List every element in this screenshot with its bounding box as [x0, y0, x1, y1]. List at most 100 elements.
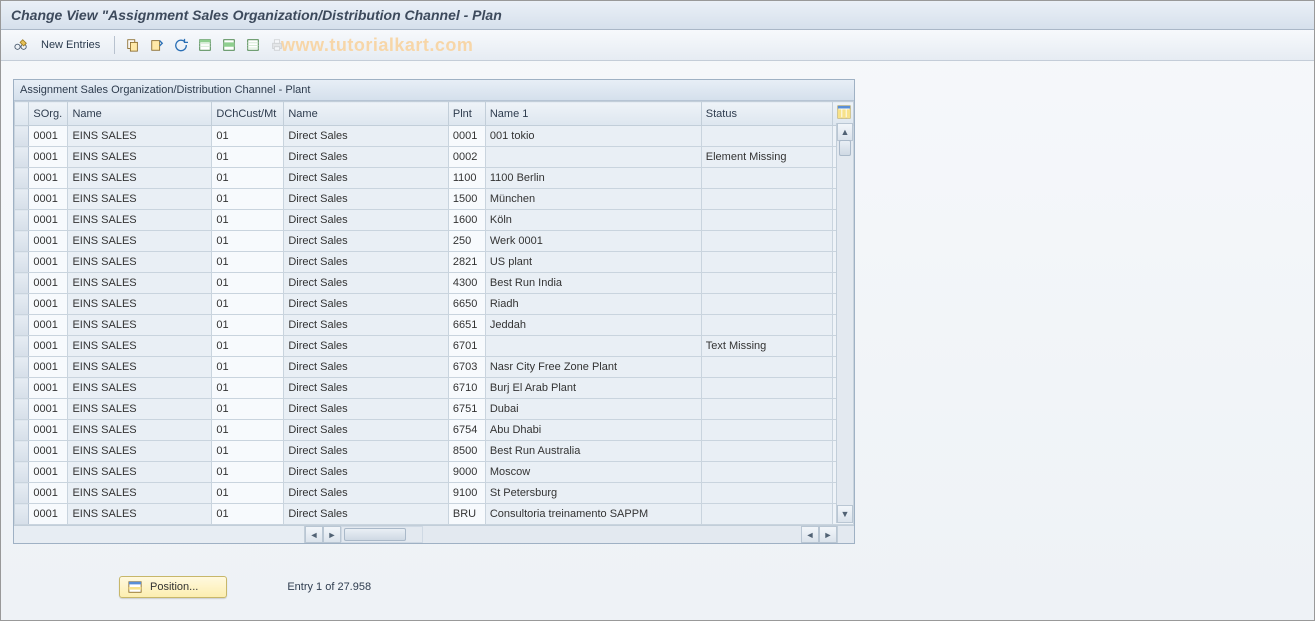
vertical-scrollbar[interactable]: ▲ ▼	[836, 123, 853, 523]
row-selector[interactable]	[15, 147, 29, 168]
undo-change-button[interactable]	[171, 35, 191, 55]
cell-dch[interactable]: 01	[212, 231, 284, 252]
cell-plnt[interactable]: 1600	[448, 210, 485, 231]
col-dch-header[interactable]: DChCust/Mt	[212, 102, 284, 126]
row-selector[interactable]	[15, 189, 29, 210]
cell-sorg[interactable]: 0001	[29, 231, 68, 252]
cell-sorg[interactable]: 0001	[29, 336, 68, 357]
cell-dch[interactable]: 01	[212, 210, 284, 231]
new-entries-button[interactable]: New Entries	[35, 39, 106, 51]
cell-plnt[interactable]: 9100	[448, 483, 485, 504]
row-selector[interactable]	[15, 273, 29, 294]
cell-sorg[interactable]: 0001	[29, 399, 68, 420]
cell-plnt[interactable]: 6754	[448, 420, 485, 441]
table-row[interactable]: 0001EINS SALES01Direct Sales1600Köln	[15, 210, 854, 231]
row-selector[interactable]	[15, 252, 29, 273]
cell-sorg[interactable]: 0001	[29, 210, 68, 231]
table-row[interactable]: 0001EINS SALES01Direct Sales8500Best Run…	[15, 441, 854, 462]
cell-dch[interactable]: 01	[212, 189, 284, 210]
cell-plnt[interactable]: 6650	[448, 294, 485, 315]
col-name3-header[interactable]: Name 1	[485, 102, 701, 126]
cell-sorg[interactable]: 0001	[29, 315, 68, 336]
cell-dch[interactable]: 01	[212, 483, 284, 504]
table-row[interactable]: 0001EINS SALES01Direct Sales4300Best Run…	[15, 273, 854, 294]
row-selector[interactable]	[15, 483, 29, 504]
scroll-down-button[interactable]: ▼	[837, 505, 853, 523]
table-row[interactable]: 0001EINS SALES01Direct Sales6651Jeddah	[15, 315, 854, 336]
scroll-left-button-2[interactable]: ◄	[801, 526, 819, 543]
table-row[interactable]: 0001EINS SALES01Direct SalesBRUConsultor…	[15, 504, 854, 525]
cell-sorg[interactable]: 0001	[29, 147, 68, 168]
cell-dch[interactable]: 01	[212, 147, 284, 168]
col-name-header[interactable]: Name	[68, 102, 212, 126]
table-row[interactable]: 0001EINS SALES01Direct Sales6650Riadh	[15, 294, 854, 315]
table-row[interactable]: 0001EINS SALES01Direct Sales6710Burj El …	[15, 378, 854, 399]
row-selector[interactable]	[15, 357, 29, 378]
row-selector[interactable]	[15, 315, 29, 336]
cell-dch[interactable]: 01	[212, 315, 284, 336]
table-row[interactable]: 0001EINS SALES01Direct Sales0001001 toki…	[15, 126, 854, 147]
row-selector[interactable]	[15, 441, 29, 462]
cell-sorg[interactable]: 0001	[29, 273, 68, 294]
horizontal-scrollbar[interactable]: ◄ ► ◄ ►	[14, 525, 854, 543]
cell-sorg[interactable]: 0001	[29, 483, 68, 504]
cell-plnt[interactable]: 2821	[448, 252, 485, 273]
cell-sorg[interactable]: 0001	[29, 189, 68, 210]
cell-dch[interactable]: 01	[212, 399, 284, 420]
cell-plnt[interactable]: 0002	[448, 147, 485, 168]
cell-sorg[interactable]: 0001	[29, 168, 68, 189]
toggle-display-change-button[interactable]	[11, 35, 31, 55]
row-selector[interactable]	[15, 231, 29, 252]
cell-sorg[interactable]: 0001	[29, 441, 68, 462]
cell-plnt[interactable]: 9000	[448, 462, 485, 483]
cell-dch[interactable]: 01	[212, 336, 284, 357]
cell-plnt[interactable]: BRU	[448, 504, 485, 525]
cell-sorg[interactable]: 0001	[29, 357, 68, 378]
row-selector[interactable]	[15, 420, 29, 441]
hscroll-track[interactable]	[341, 526, 423, 543]
table-row[interactable]: 0001EINS SALES01Direct Sales0002Element …	[15, 147, 854, 168]
vscroll-track[interactable]	[837, 140, 853, 506]
delete-button[interactable]	[147, 35, 167, 55]
cell-dch[interactable]: 01	[212, 441, 284, 462]
cell-plnt[interactable]: 1100	[448, 168, 485, 189]
col-sorg-header[interactable]: SOrg.	[29, 102, 68, 126]
cell-plnt[interactable]: 6701	[448, 336, 485, 357]
cell-plnt[interactable]: 0001	[448, 126, 485, 147]
copy-as-button[interactable]	[123, 35, 143, 55]
table-row[interactable]: 0001EINS SALES01Direct Sales6751Dubai	[15, 399, 854, 420]
table-row[interactable]: 0001EINS SALES01Direct Sales6754Abu Dhab…	[15, 420, 854, 441]
row-selector[interactable]	[15, 462, 29, 483]
row-selector[interactable]	[15, 168, 29, 189]
col-status-header[interactable]: Status	[701, 102, 833, 126]
cell-plnt[interactable]: 250	[448, 231, 485, 252]
row-selector[interactable]	[15, 378, 29, 399]
cell-plnt[interactable]: 8500	[448, 441, 485, 462]
cell-sorg[interactable]: 0001	[29, 126, 68, 147]
scroll-right-button-2[interactable]: ►	[819, 526, 837, 543]
cell-sorg[interactable]: 0001	[29, 420, 68, 441]
cell-plnt[interactable]: 6710	[448, 378, 485, 399]
cell-dch[interactable]: 01	[212, 252, 284, 273]
col-name2-header[interactable]: Name	[284, 102, 449, 126]
table-row[interactable]: 0001EINS SALES01Direct Sales250Werk 0001	[15, 231, 854, 252]
deselect-all-button[interactable]	[243, 35, 263, 55]
cell-dch[interactable]: 01	[212, 126, 284, 147]
table-row[interactable]: 0001EINS SALES01Direct Sales1500München	[15, 189, 854, 210]
cell-dch[interactable]: 01	[212, 420, 284, 441]
vscroll-thumb[interactable]	[839, 140, 851, 156]
table-row[interactable]: 0001EINS SALES01Direct Sales2821US plant	[15, 252, 854, 273]
col-select-header[interactable]	[15, 102, 29, 126]
table-row[interactable]: 0001EINS SALES01Direct Sales11001100 Ber…	[15, 168, 854, 189]
scroll-right-button[interactable]: ►	[323, 526, 341, 543]
cell-dch[interactable]: 01	[212, 504, 284, 525]
row-selector[interactable]	[15, 399, 29, 420]
table-row[interactable]: 0001EINS SALES01Direct Sales6701Text Mis…	[15, 336, 854, 357]
row-selector[interactable]	[15, 210, 29, 231]
cell-sorg[interactable]: 0001	[29, 462, 68, 483]
hscroll-thumb[interactable]	[344, 528, 406, 541]
cell-plnt[interactable]: 1500	[448, 189, 485, 210]
row-selector[interactable]	[15, 504, 29, 525]
scroll-left-button[interactable]: ◄	[305, 526, 323, 543]
row-selector[interactable]	[15, 126, 29, 147]
